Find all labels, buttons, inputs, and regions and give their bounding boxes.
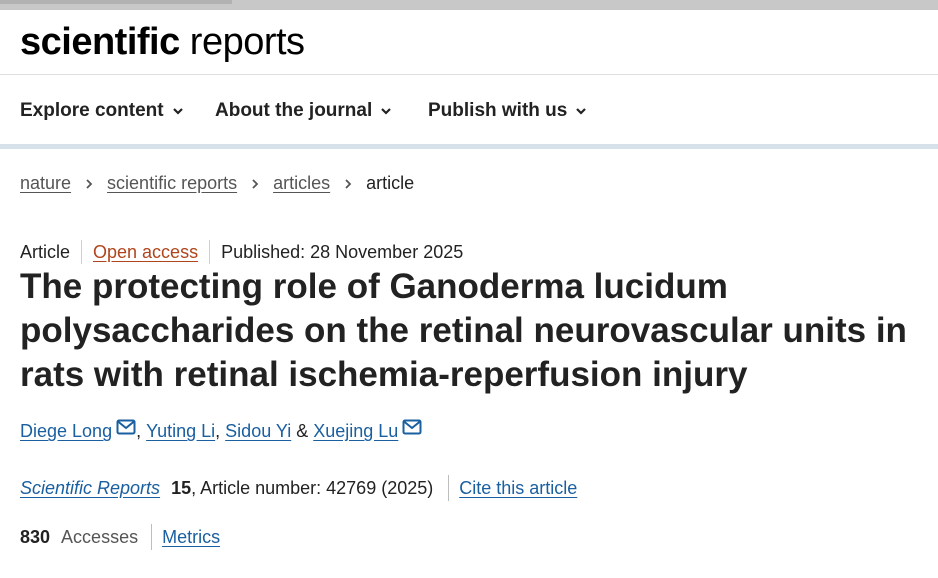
breadcrumb: nature scientific reports articles artic… [20, 173, 414, 194]
nav-item-label: About the journal [215, 100, 373, 121]
published-date: Published: 28 November 2025 [221, 241, 464, 262]
open-access-link[interactable]: Open access [93, 242, 198, 263]
chevron-right-icon [252, 178, 259, 189]
mail-icon[interactable] [402, 419, 422, 435]
author-separator: & [291, 421, 314, 441]
nav-item-label: Publish with us [428, 100, 568, 121]
nav-about-journal[interactable]: About the journal [215, 100, 392, 122]
journal-link[interactable]: Scientific Reports [20, 478, 160, 499]
accesses-count: 830 [20, 526, 51, 547]
article-meta: Article Open access Published: 28 Novemb… [20, 240, 463, 264]
logo-light-text: reports [179, 21, 305, 63]
accesses-label: Accesses [61, 526, 139, 547]
nav-explore-content[interactable]: Explore content [20, 100, 184, 122]
breadcrumb-nature[interactable]: nature [20, 173, 71, 194]
mail-icon[interactable] [116, 419, 136, 435]
citation-divider [448, 475, 450, 501]
meta-divider [209, 240, 211, 264]
meta-divider [81, 240, 83, 264]
author-separator: , [136, 421, 147, 441]
article-title: The protecting role of Ganoderma lucidum… [20, 267, 907, 394]
author-link[interactable]: Diege Long [20, 421, 112, 442]
chevron-down-icon [576, 108, 587, 115]
author-separator: , [215, 421, 226, 441]
breadcrumb-articles[interactable]: articles [273, 173, 330, 194]
breadcrumb-current: article [366, 173, 415, 193]
nav-separator [0, 144, 938, 149]
chevron-down-icon [381, 108, 392, 115]
site-logo[interactable]: scientific reports [20, 22, 305, 62]
author-link[interactable]: Yuting Li [146, 421, 215, 442]
site-header: scientific reports [0, 10, 938, 75]
citation-line: Scientific Reports 15 , Article number: … [20, 475, 577, 501]
chevron-right-icon [86, 178, 93, 189]
article-type: Article [20, 241, 71, 262]
metrics-link[interactable]: Metrics [162, 527, 220, 548]
metrics-divider [151, 524, 153, 550]
cite-this-article-link[interactable]: Cite this article [459, 478, 577, 499]
chevron-right-icon [345, 178, 352, 189]
metrics-line: 830 Accesses Metrics [20, 524, 220, 550]
author-link[interactable]: Sidou Yi [225, 421, 291, 442]
browser-top-strip [0, 0, 938, 10]
logo-bold-text: scientific [20, 21, 180, 63]
volume-number: 15 [171, 477, 192, 498]
main-nav: Explore content About the journal Publis… [0, 76, 938, 144]
breadcrumb-scientific-reports[interactable]: scientific reports [107, 173, 237, 194]
author-list: Diege Long , Yuting Li , Sidou Yi & Xuej… [20, 419, 422, 442]
author-link[interactable]: Xuejing Lu [313, 421, 398, 442]
nav-publish-with-us[interactable]: Publish with us [428, 100, 587, 122]
article-number: , Article number: 42769 (2025) [191, 477, 434, 498]
top-strip-shadow [0, 0, 232, 4]
chevron-down-icon [172, 108, 183, 115]
nav-item-label: Explore content [20, 100, 164, 121]
